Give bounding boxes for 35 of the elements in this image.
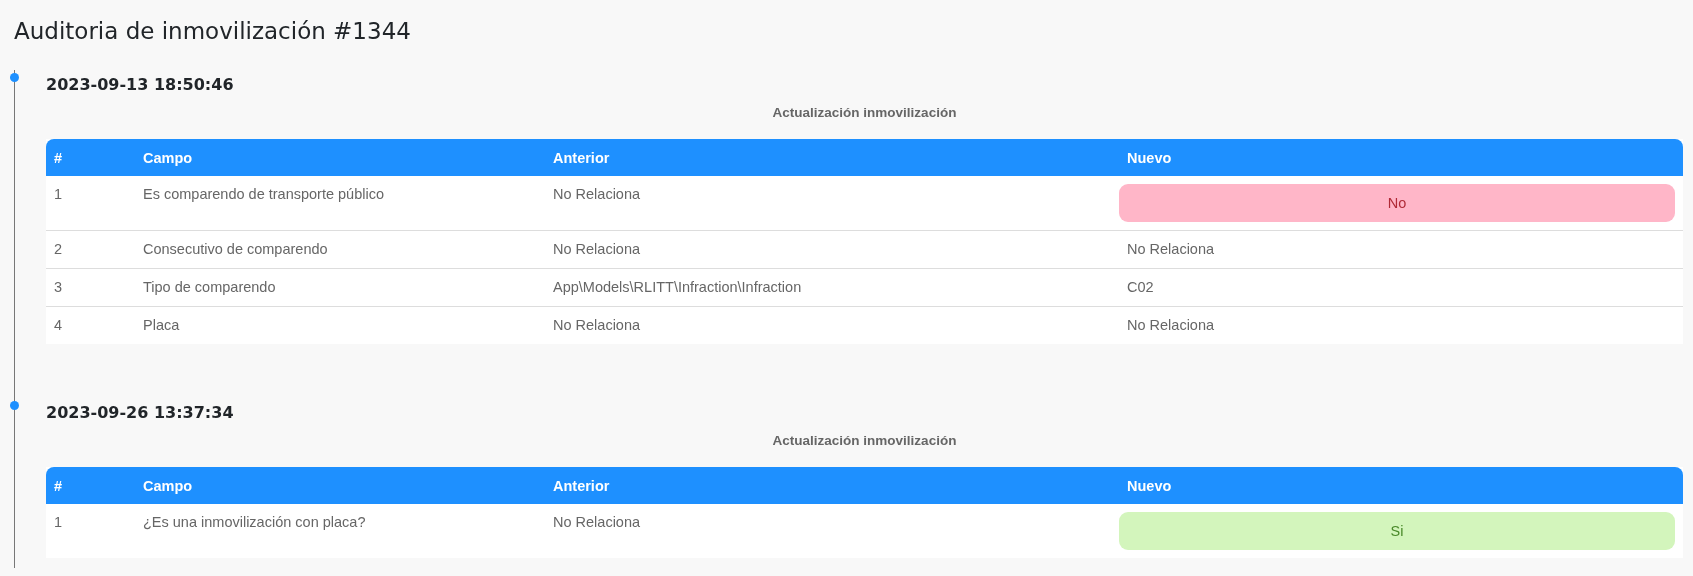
table-cell-text: Placa [142,316,181,335]
table-cell: Consecutivo de comparendo [135,231,545,269]
column-header: Campo [135,139,545,176]
table-cell: No Relaciona [545,176,1119,231]
entry-timestamp: 2023-09-13 18:50:46 [46,75,235,94]
entry-subtitle: Actualización inmovilización [771,433,958,448]
table-cell: C02 [1119,269,1683,307]
column-header: Nuevo [1119,467,1683,504]
column-header: # [46,467,135,504]
table-cell: No Relaciona [545,231,1119,269]
column-header: # [46,139,135,176]
table-cell: 3 [46,269,135,307]
value-badge: No [1119,184,1675,222]
table-cell: 1 [46,176,135,231]
column-header: Nuevo [1119,139,1683,176]
table-cell-text: No Relaciona [1126,316,1216,335]
table-cell: Es comparendo de transporte público [135,176,545,231]
table-cell-text: No Relaciona [552,513,642,532]
entry-subtitle: Actualización inmovilización [771,105,958,120]
value-badge: Si [1119,512,1675,550]
table-cell: App\Models\RLITT\Infraction\Infraction [545,269,1119,307]
table-cell: No Relaciona [1119,231,1683,269]
table-cell-text: ¿Es una inmovilización con placa? [142,513,367,532]
table-cell-text: 1 [53,513,64,532]
entry-timestamp: 2023-09-26 13:37:34 [46,403,235,422]
timeline-dot [10,73,19,82]
column-header: Anterior [545,467,1119,504]
table-cell-text: No Relaciona [552,316,642,335]
column-header: Anterior [545,139,1119,176]
table-cell-text: 4 [53,316,64,335]
table-cell: Tipo de comparendo [135,269,545,307]
column-header: Campo [135,467,545,504]
table-cell: 2 [46,231,135,269]
page-title: Auditoria de inmovilización #1344 [14,18,412,44]
timeline-dot [10,401,19,410]
